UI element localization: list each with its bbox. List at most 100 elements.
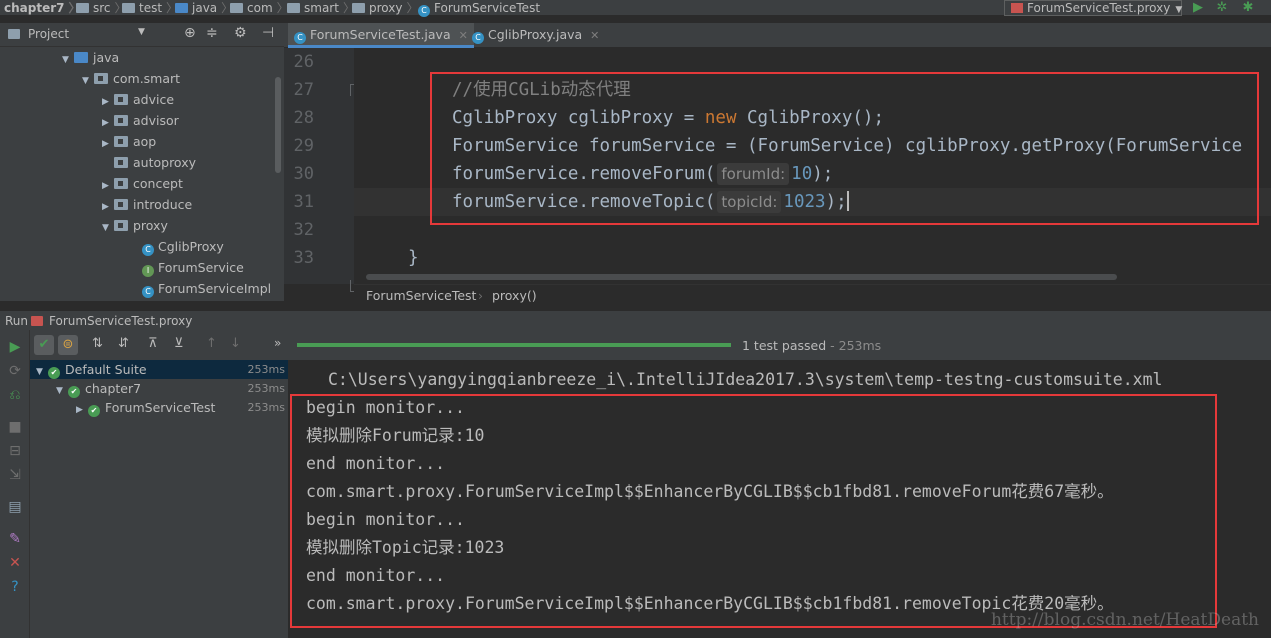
tab-cglibproxy[interactable]: C CglibProxy.java ✕	[466, 23, 605, 48]
package-icon	[114, 115, 128, 126]
line-number: 29	[293, 136, 314, 156]
tree-item-label: ForumService	[158, 260, 244, 275]
package-icon	[114, 199, 128, 210]
help-icon[interactable]: ?	[6, 578, 24, 596]
tree-item-introduce[interactable]: ▶ introduce	[102, 194, 192, 215]
pin-icon[interactable]: ✎	[6, 530, 24, 548]
result-time: 253ms	[247, 363, 285, 376]
tree-item-advice[interactable]: ▶ advice	[102, 89, 174, 110]
sort-by-duration-icon[interactable]: ⇵	[118, 336, 129, 351]
crumb-smart[interactable]: smart 〉	[287, 0, 355, 16]
hide-icon[interactable]: ⊣	[262, 25, 274, 41]
locate-icon[interactable]: ⊕	[184, 25, 196, 41]
passed-icon: ✔	[68, 386, 80, 398]
tree-item-forumservice[interactable]: I ForumService	[142, 257, 244, 278]
export-icon[interactable]: ⊟	[6, 442, 24, 460]
line-number-gutter: 26 27 28 29 30 31 32 33	[284, 48, 360, 292]
passed-icon: ✔	[48, 367, 60, 379]
folder-icon	[76, 3, 89, 13]
sort-alphabetically-icon[interactable]: ⇅	[92, 336, 103, 351]
result-time: 253ms	[247, 382, 285, 395]
navigation-bar: chapter7 〉 src 〉 test 〉 java 〉 com 〉 smart 〉 p…	[0, 0, 1271, 17]
editor-breadcrumb: ForumServiceTest › proxy()	[354, 284, 1271, 306]
more-actions-icon[interactable]: »	[274, 336, 281, 350]
editor-horizontal-scrollbar[interactable]	[366, 274, 1117, 280]
collapse-all-icon[interactable]: ≑	[206, 25, 218, 41]
project-view-label[interactable]: Project	[28, 27, 69, 41]
code-editor[interactable]: //使用CGLib动态代理 CglibProxy cglibProxy = ne…	[354, 48, 1271, 284]
watermark: http://blog.csdn.net/HeatDeath	[990, 610, 1259, 630]
rerun-failed-icon[interactable]: ⟳	[6, 362, 24, 380]
previous-test-icon[interactable]: ↑	[206, 336, 217, 351]
tree-item-com-smart[interactable]: ▼ com.smart	[82, 68, 180, 89]
tree-item-java[interactable]: ▼ java	[62, 47, 119, 68]
crumb-src[interactable]: src 〉	[76, 0, 127, 16]
crumb-com[interactable]: com 〉	[230, 0, 289, 16]
breadcrumb-separator-icon: ›	[478, 288, 483, 303]
coverage-icon[interactable]: ✱	[1240, 0, 1256, 16]
next-test-icon[interactable]: ↓	[230, 336, 241, 351]
show-passed-icon[interactable]: ✔	[34, 335, 54, 355]
expanded-arrow-icon[interactable]: ▼	[62, 50, 74, 71]
expanded-arrow-icon[interactable]: ▼	[82, 71, 94, 92]
testng-icon	[1011, 3, 1023, 13]
result-label: chapter7	[85, 381, 142, 396]
tree-item-aop[interactable]: ▶ aop	[102, 131, 156, 152]
class-icon: C	[418, 5, 430, 17]
run-panel-header: Run ForumServiceTest.proxy	[0, 310, 1271, 330]
run-configuration-select[interactable]: ForumServiceTest.proxy ▼	[1004, 0, 1182, 16]
import-icon[interactable]: ⇲	[6, 466, 24, 484]
crumb-label: java	[192, 1, 218, 15]
layout-icon[interactable]: ▤	[6, 498, 24, 516]
tab-forumservicetest[interactable]: C ForumServiceTest.java ✕	[288, 23, 474, 48]
class-icon: C	[472, 32, 484, 44]
tree-item-forumserviceimpl[interactable]: C ForumServiceImpl	[142, 278, 271, 299]
tab-label: CglibProxy.java	[488, 27, 583, 42]
chevron-down-icon[interactable]: ▼	[138, 27, 145, 37]
run-config-label: ForumServiceTest.proxy	[1027, 1, 1171, 15]
breadcrumb-method[interactable]: proxy()	[492, 285, 537, 307]
tree-item-concept[interactable]: ▶ concept	[102, 173, 183, 194]
breadcrumb-class[interactable]: ForumServiceTest	[366, 285, 476, 307]
close-icon[interactable]: ✕	[6, 554, 24, 572]
run-config-tab[interactable]: ForumServiceTest.proxy	[49, 311, 192, 331]
run-icon[interactable]: ▶	[1190, 0, 1206, 16]
show-ignored-icon[interactable]: ⊜	[58, 335, 78, 355]
test-results-tree: ▼ ✔ Default Suite 253ms ▼ ✔ chapter7 253ms ▶ ✔ F…	[30, 360, 288, 638]
result-forumservicetest[interactable]: ▶ ✔ ForumServiceTest 253ms	[30, 398, 288, 417]
toggle-autotest-icon[interactable]: ⎌	[6, 386, 24, 404]
close-icon[interactable]: ✕	[590, 29, 599, 42]
crumb-forumservicetest[interactable]: C ForumServiceTest	[418, 0, 541, 17]
crumb-label: ForumServiceTest	[434, 1, 541, 15]
gear-icon[interactable]: ⚙	[234, 25, 247, 41]
collapse-all-icon[interactable]: ⊻	[174, 336, 184, 351]
rerun-icon[interactable]: ▶	[6, 338, 24, 356]
line-number: 26	[293, 52, 314, 72]
class-icon: C	[142, 286, 154, 298]
debug-icon[interactable]: ✲	[1214, 0, 1230, 16]
tree-item-advisor[interactable]: ▶ advisor	[102, 110, 179, 131]
result-label: ForumServiceTest	[105, 400, 216, 415]
crumb-proxy[interactable]: proxy 〉	[352, 0, 418, 16]
result-default-suite[interactable]: ▼ ✔ Default Suite 253ms	[30, 360, 288, 379]
package-icon	[287, 3, 300, 13]
tree-item-proxy[interactable]: ▼ proxy	[102, 215, 168, 236]
crumb-test[interactable]: test 〉	[122, 0, 178, 16]
package-icon	[114, 220, 128, 231]
expand-all-icon[interactable]: ⊼	[148, 336, 158, 351]
tree-item-label: aop	[133, 134, 157, 149]
tree-item-autoproxy[interactable]: autoproxy	[102, 152, 196, 173]
package-icon	[114, 136, 128, 147]
collapsed-arrow-icon[interactable]: ▶	[76, 401, 88, 420]
test-status: 1 test passed - 253ms	[742, 338, 882, 353]
console-output[interactable]: C:\Users\yangyingqianbreeze_i\.IntelliJI…	[290, 360, 1271, 638]
project-scrollbar[interactable]	[275, 77, 281, 173]
stop-icon[interactable]: ■	[6, 418, 24, 436]
tree-item-cglibproxy[interactable]: C CglibProxy	[142, 236, 224, 257]
crumb-chapter7[interactable]: chapter7 〉	[4, 0, 81, 16]
expanded-arrow-icon[interactable]: ▼	[102, 218, 114, 239]
package-icon	[114, 94, 128, 105]
result-chapter7[interactable]: ▼ ✔ chapter7 253ms	[30, 379, 288, 398]
folder-icon	[74, 52, 88, 63]
crumb-java[interactable]: java 〉	[175, 0, 233, 16]
